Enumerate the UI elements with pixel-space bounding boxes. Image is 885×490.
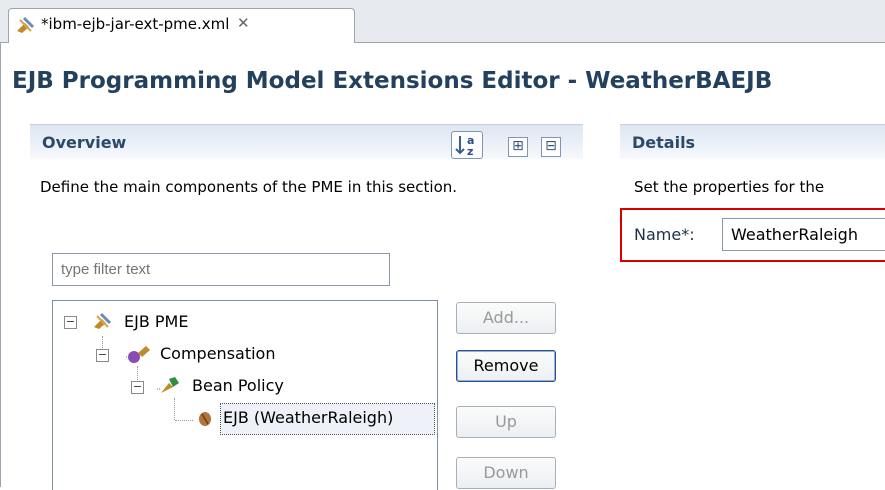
tree-connector bbox=[174, 398, 175, 420]
name-label: Name*: bbox=[634, 225, 695, 244]
tab-title: *ibm-ejb-jar-ext-pme.xml bbox=[41, 15, 230, 33]
tree-item-label: Bean Policy bbox=[192, 376, 284, 395]
ejb-bean-icon bbox=[199, 412, 211, 426]
remove-button[interactable]: Remove bbox=[456, 350, 556, 382]
collapse-icon[interactable]: − bbox=[96, 349, 109, 362]
editor-border bbox=[0, 42, 1, 487]
overview-section-header: Overview bbox=[30, 124, 583, 159]
pme-file-icon bbox=[17, 16, 35, 33]
name-input[interactable]: WeatherRaleigh bbox=[722, 218, 885, 251]
collapse-icon[interactable]: − bbox=[64, 316, 77, 329]
add-button[interactable]: Add... bbox=[456, 302, 556, 334]
compensation-icon bbox=[126, 346, 150, 363]
details-description: Set the properties for the bbox=[634, 178, 825, 196]
tree-item-label: EJB PME bbox=[124, 312, 189, 331]
editor-title: EJB Programming Model Extensions Editor … bbox=[12, 68, 773, 94]
up-button[interactable]: Up bbox=[456, 406, 556, 438]
editor-tab[interactable]: *ibm-ejb-jar-ext-pme.xml ✕ bbox=[8, 8, 355, 43]
details-title: Details bbox=[632, 133, 696, 152]
overview-title: Overview bbox=[42, 133, 127, 152]
pme-root-icon bbox=[94, 312, 112, 329]
collapse-all-icon[interactable]: ⊟ bbox=[541, 137, 561, 157]
filter-input[interactable] bbox=[52, 253, 390, 286]
expand-all-icon[interactable]: ⊞ bbox=[508, 137, 528, 157]
tree-connector bbox=[175, 420, 193, 421]
down-button[interactable]: Down bbox=[456, 457, 556, 489]
details-section-header: Details bbox=[620, 124, 885, 159]
sort-az-icon[interactable]: a z bbox=[451, 131, 483, 159]
tree-item-label: Compensation bbox=[160, 344, 276, 363]
collapse-icon[interactable]: − bbox=[131, 381, 144, 394]
bean-policy-icon bbox=[157, 377, 179, 393]
tree-item-label: EJB (WeatherRaleigh) bbox=[223, 408, 394, 427]
svg-text:z: z bbox=[467, 145, 473, 158]
editor-tab-strip: *ibm-ejb-jar-ext-pme.xml ✕ bbox=[0, 0, 885, 43]
close-icon[interactable]: ✕ bbox=[237, 14, 250, 32]
overview-description: Define the main components of the PME in… bbox=[40, 178, 458, 196]
